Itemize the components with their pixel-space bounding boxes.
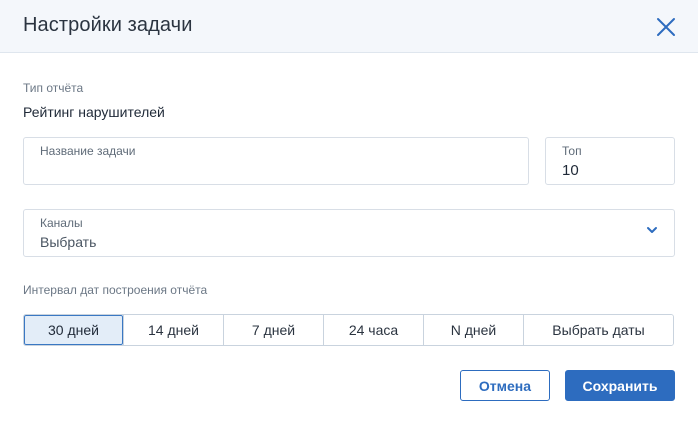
top-label: Топ: [562, 144, 582, 158]
channels-label: Каналы: [40, 216, 83, 230]
interval-label: Интервал дат построения отчёта: [23, 283, 208, 297]
chevron-down-icon[interactable]: [646, 226, 658, 234]
interval-option-30-days[interactable]: 30 дней: [24, 315, 123, 345]
top-value: 10: [562, 162, 579, 179]
interval-option-24-hours[interactable]: 24 часа: [323, 315, 423, 345]
task-name-field[interactable]: Название задачи: [23, 137, 529, 185]
top-field[interactable]: Топ 10: [545, 137, 675, 185]
channels-select[interactable]: Каналы Выбрать: [23, 209, 675, 257]
cancel-button[interactable]: Отмена: [460, 370, 550, 401]
interval-option-7-days[interactable]: 7 дней: [223, 315, 323, 345]
interval-option-n-days[interactable]: N дней: [423, 315, 523, 345]
task-name-label: Название задачи: [40, 144, 136, 158]
interval-option-14-days[interactable]: 14 дней: [123, 315, 223, 345]
report-type-value: Рейтинг нарушителей: [23, 104, 165, 120]
interval-segmented-control: 30 дней 14 дней 7 дней 24 часа N дней Вы…: [23, 314, 674, 346]
channels-value: Выбрать: [40, 234, 97, 250]
report-type-label: Тип отчёта: [23, 81, 84, 95]
task-name-input[interactable]: [39, 160, 518, 180]
dialog-header: Настройки задачи: [0, 0, 698, 53]
save-button[interactable]: Сохранить: [565, 370, 675, 401]
interval-option-select-dates[interactable]: Выбрать даты: [523, 315, 673, 345]
close-icon[interactable]: [654, 15, 678, 39]
dialog-title: Настройки задачи: [23, 14, 193, 36]
